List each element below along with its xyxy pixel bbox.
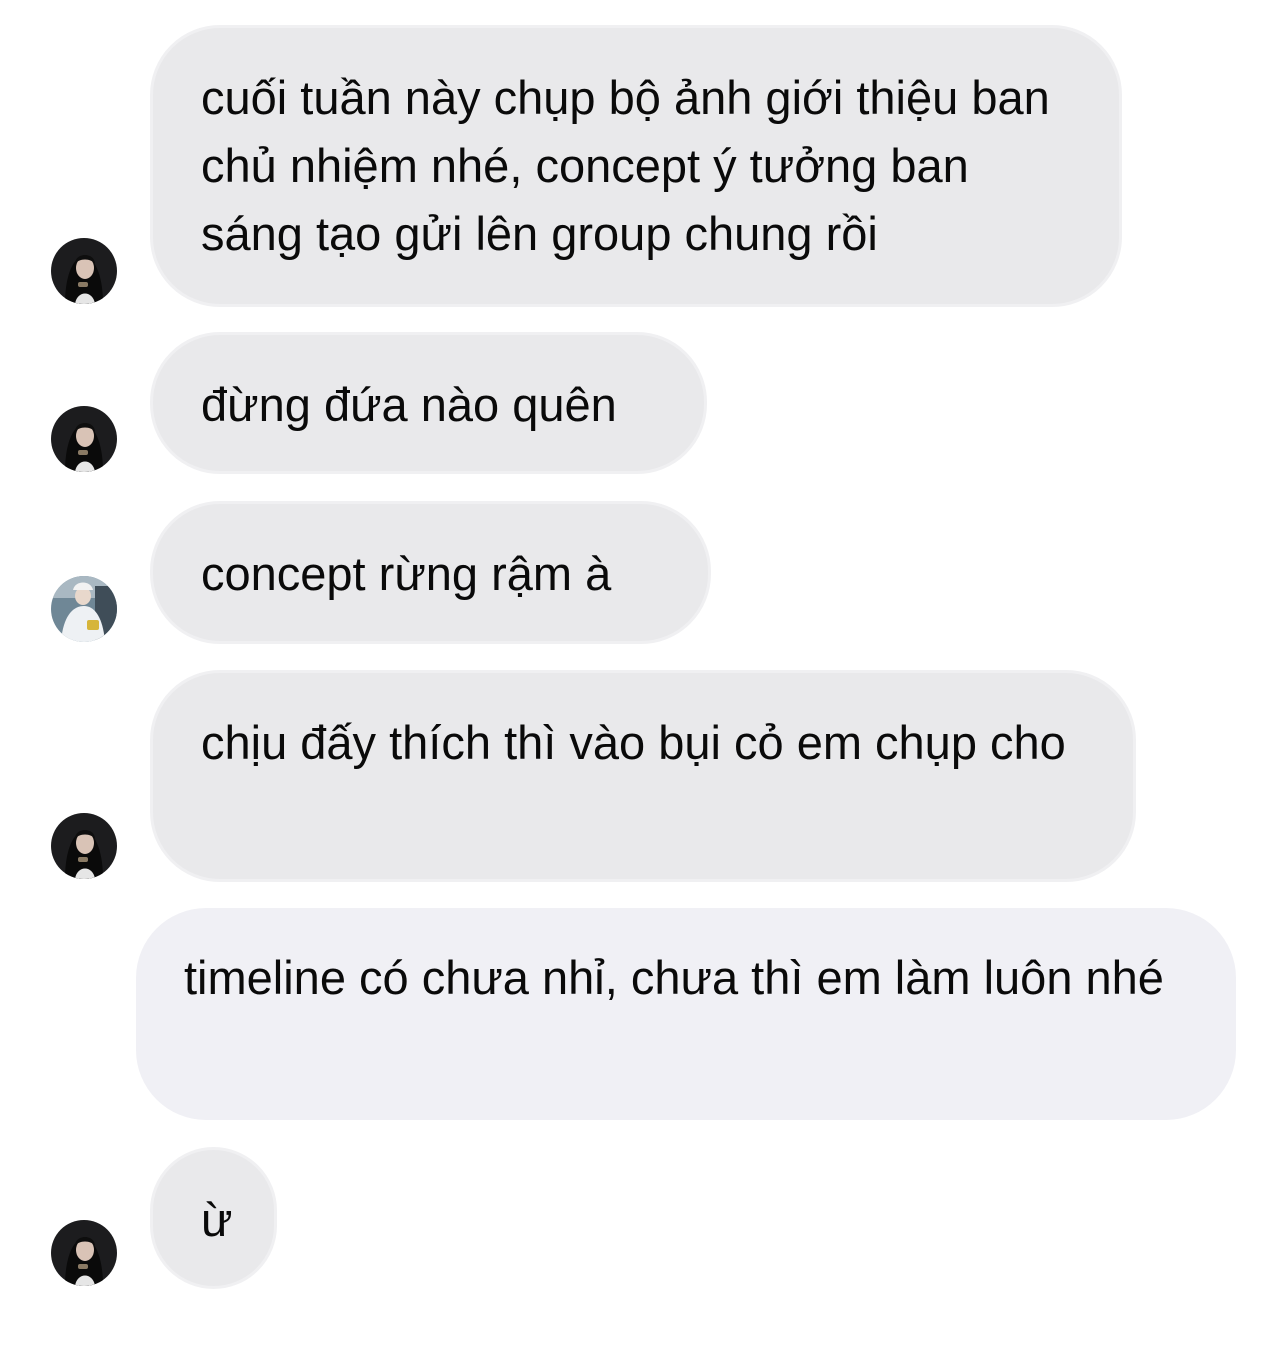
message-thread: cuối tuần này chụp bộ ảnh giới thiệu ban…: [0, 0, 1284, 1352]
message-text: cuối tuần này chụp bộ ảnh giới thiệu ban…: [201, 71, 1050, 260]
avatar[interactable]: [51, 576, 117, 642]
message-bubble[interactable]: đừng đứa nào quên: [150, 332, 707, 474]
message-bubble[interactable]: concept rừng rậm à: [150, 501, 711, 644]
avatar[interactable]: [51, 813, 117, 879]
message-text: chịu đấy thích thì vào bụi cỏ em chụp ch…: [201, 716, 1066, 769]
avatar-photo-dark-hair-icon: [51, 238, 117, 304]
avatar-photo-white-shirt-icon: [51, 576, 117, 642]
message-bubble[interactable]: timeline có chưa nhỉ, chưa thì em làm lu…: [136, 908, 1236, 1120]
message-bubble[interactable]: chịu đấy thích thì vào bụi cỏ em chụp ch…: [150, 670, 1136, 882]
avatar-photo-dark-hair-icon: [51, 1220, 117, 1286]
avatar[interactable]: [51, 238, 117, 304]
avatar[interactable]: [51, 406, 117, 472]
message-text: timeline có chưa nhỉ, chưa thì em làm lu…: [184, 951, 1164, 1004]
message-bubble[interactable]: ừ: [150, 1147, 277, 1289]
avatar-photo-dark-hair-icon: [51, 813, 117, 879]
message-text: ừ: [201, 1193, 233, 1246]
avatar-photo-dark-hair-icon: [51, 406, 117, 472]
avatar[interactable]: [51, 1220, 117, 1286]
message-text: đừng đứa nào quên: [201, 378, 617, 431]
message-bubble[interactable]: cuối tuần này chụp bộ ảnh giới thiệu ban…: [150, 25, 1122, 307]
message-text: concept rừng rậm à: [201, 547, 612, 600]
